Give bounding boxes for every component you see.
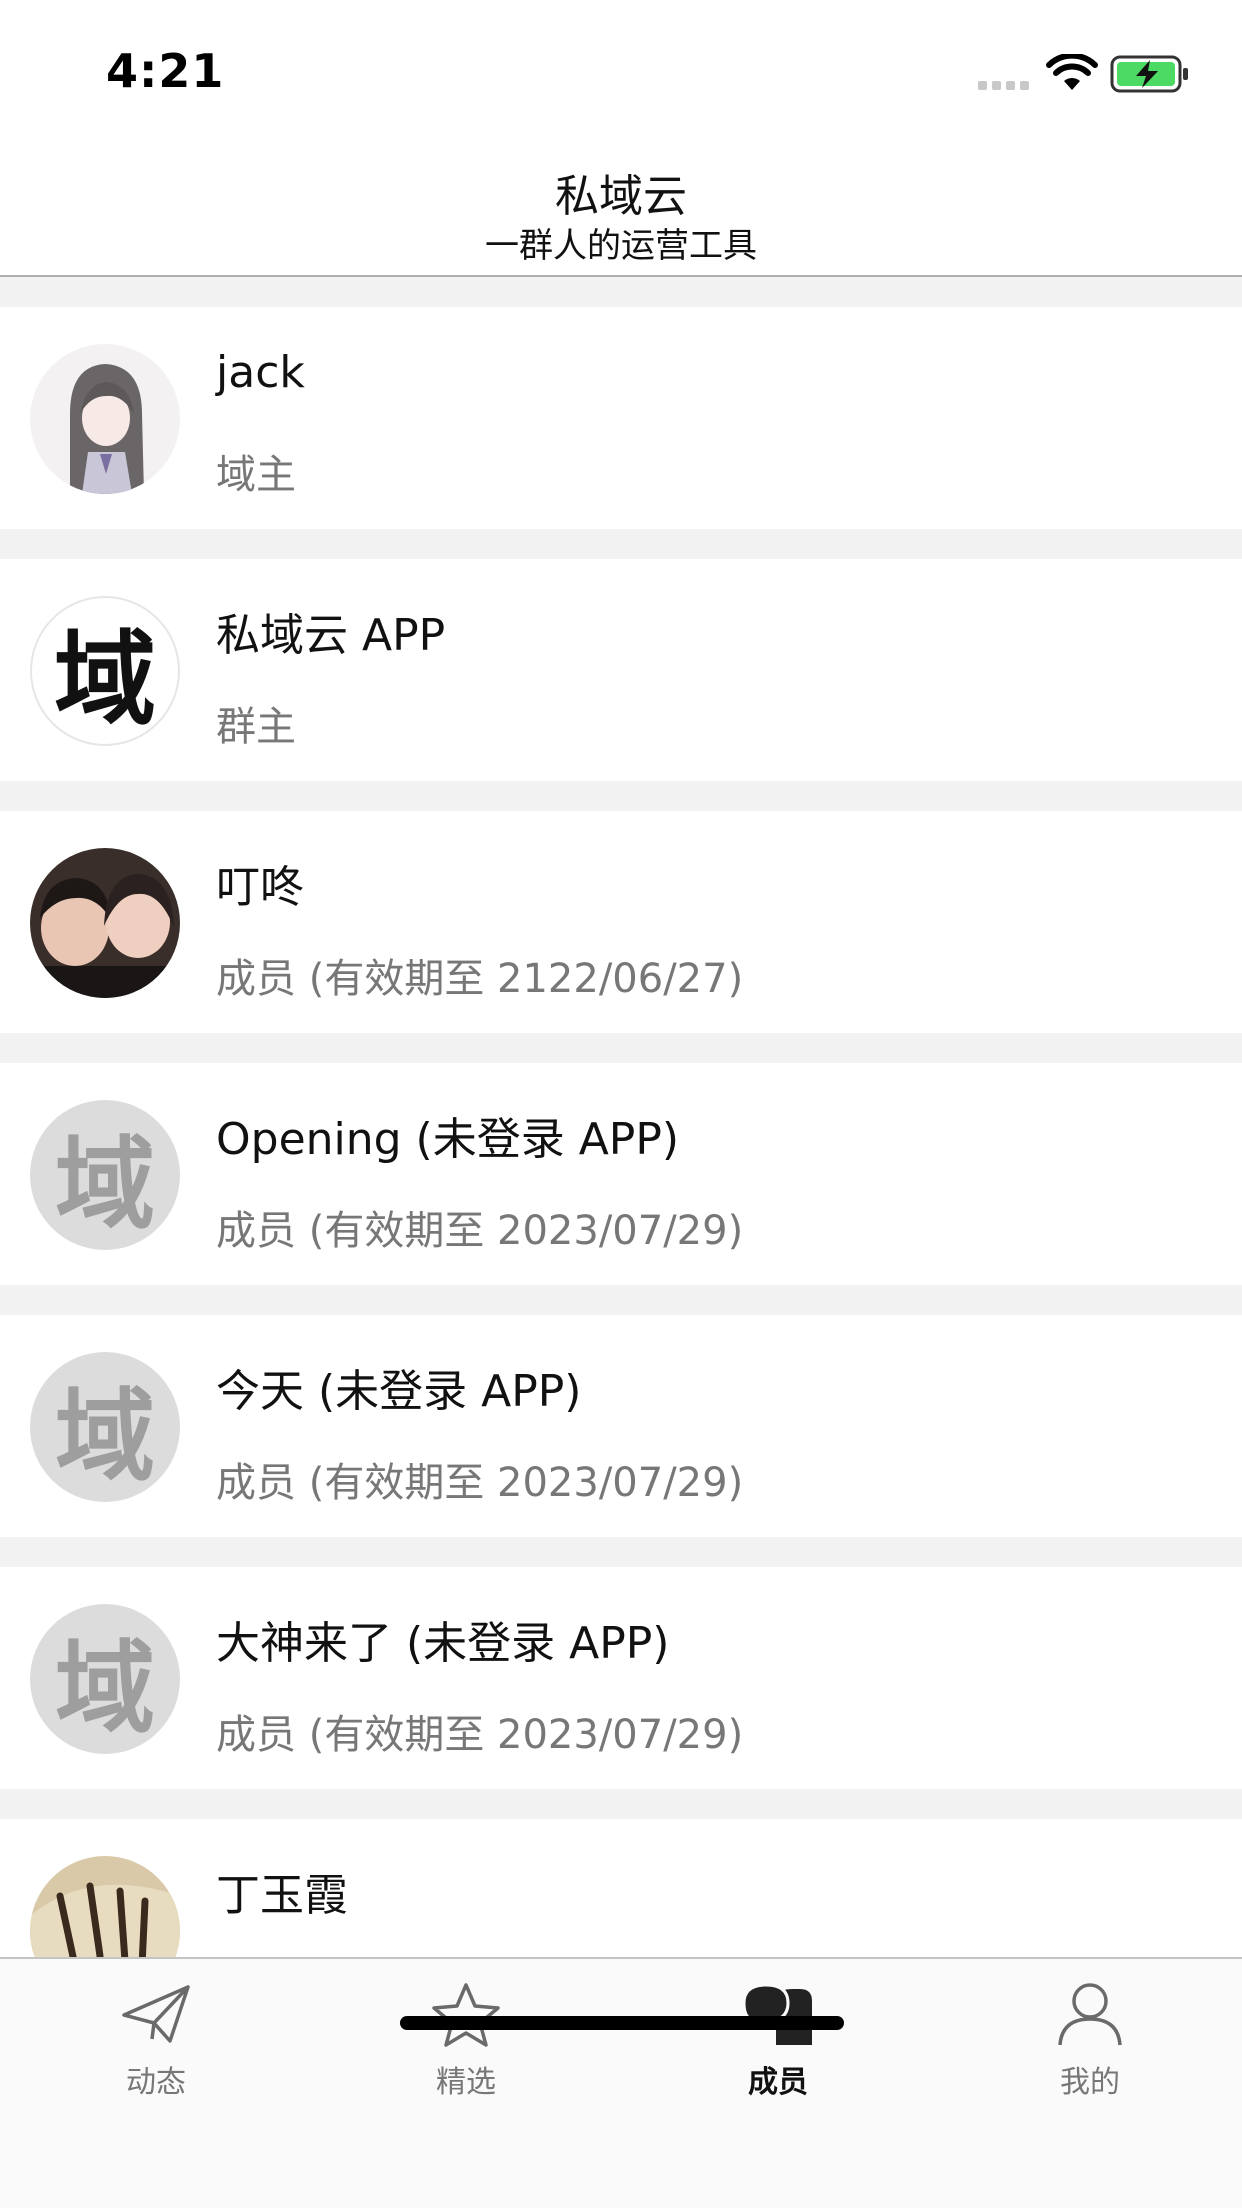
member-row-opening[interactable]: 域 Opening (未登录 APP) 成员 (有效期至 2023/07/29)	[0, 1063, 1242, 1285]
member-name: Opening (未登录 APP)	[216, 1114, 680, 1165]
member-role: 成员 (有效期至 2023/07/29)	[216, 1460, 744, 1506]
default-avatar-glyph: 域	[55, 1125, 155, 1243]
default-avatar-glyph: 域	[55, 1377, 155, 1495]
member-row-jack[interactable]: jack 域主	[0, 307, 1242, 529]
avatar	[30, 344, 180, 494]
star-icon	[432, 1983, 500, 2047]
member-list[interactable]: jack 域主 域 私域云 APP 群主 叮咚 成员 (有效期至 2122/06…	[0, 277, 1242, 1957]
tab-label: 精选	[436, 2065, 496, 2100]
home-indicator	[400, 2016, 844, 2030]
tab-label: 我的	[1060, 2065, 1120, 2100]
status-bar: 4:21	[0, 0, 1242, 140]
battery-charging-icon	[1110, 55, 1188, 93]
app-logo-avatar: 域	[30, 596, 180, 746]
page-subtitle: 一群人的运营工具	[485, 226, 757, 266]
nav-header: 私域云 一群人的运营工具	[0, 140, 1242, 277]
member-row-jintian[interactable]: 域 今天 (未登录 APP) 成员 (有效期至 2023/07/29)	[0, 1315, 1242, 1537]
tab-mine[interactable]: 我的	[990, 1981, 1190, 2101]
member-name: 大神来了 (未登录 APP)	[216, 1618, 670, 1669]
default-avatar: 域	[30, 1352, 180, 1502]
member-role: 域主	[216, 452, 296, 498]
default-avatar: 域	[30, 1100, 180, 1250]
tab-label: 动态	[126, 2065, 186, 2100]
default-avatar: 域	[30, 1604, 180, 1754]
status-time: 4:21	[106, 44, 225, 98]
member-role: 成员 (有效期至 2023/07/29)	[216, 1712, 744, 1758]
member-name: 丁玉霞	[216, 1870, 348, 1921]
member-name: jack	[216, 347, 305, 398]
avatar	[30, 848, 180, 998]
chat-bubbles-icon	[742, 1983, 812, 2045]
member-row-dashen[interactable]: 域 大神来了 (未登录 APP) 成员 (有效期至 2023/07/29)	[0, 1567, 1242, 1789]
default-avatar-glyph: 域	[55, 1629, 155, 1747]
tab-bar: 动态 精选 成员 我的	[0, 1957, 1242, 2208]
member-name: 私域云 APP	[216, 610, 446, 661]
member-role: 成员 (有效期至 2122/06/27)	[216, 956, 744, 1002]
member-name: 今天 (未登录 APP)	[216, 1366, 582, 1417]
member-role: 群主	[216, 704, 296, 750]
person-icon	[1058, 1983, 1122, 2046]
app-logo-glyph: 域	[54, 620, 156, 740]
paper-plane-icon	[122, 1985, 190, 2043]
tab-dynamics[interactable]: 动态	[56, 1981, 256, 2101]
member-name: 叮咚	[216, 862, 304, 913]
tab-members[interactable]: 成员	[678, 1981, 878, 2101]
member-row-app[interactable]: 域 私域云 APP 群主	[0, 559, 1242, 781]
wifi-icon	[1046, 54, 1098, 90]
cellular-signal-icon	[978, 81, 1029, 90]
member-row-dingdong[interactable]: 叮咚 成员 (有效期至 2122/06/27)	[0, 811, 1242, 1033]
tab-label: 成员	[748, 2065, 808, 2100]
member-row-dingyuxia[interactable]: 丁玉霞	[0, 1819, 1242, 1957]
member-role: 成员 (有效期至 2023/07/29)	[216, 1208, 744, 1254]
page-title: 私域云	[555, 171, 687, 222]
avatar	[30, 1856, 180, 1957]
tab-featured[interactable]: 精选	[366, 1981, 566, 2101]
